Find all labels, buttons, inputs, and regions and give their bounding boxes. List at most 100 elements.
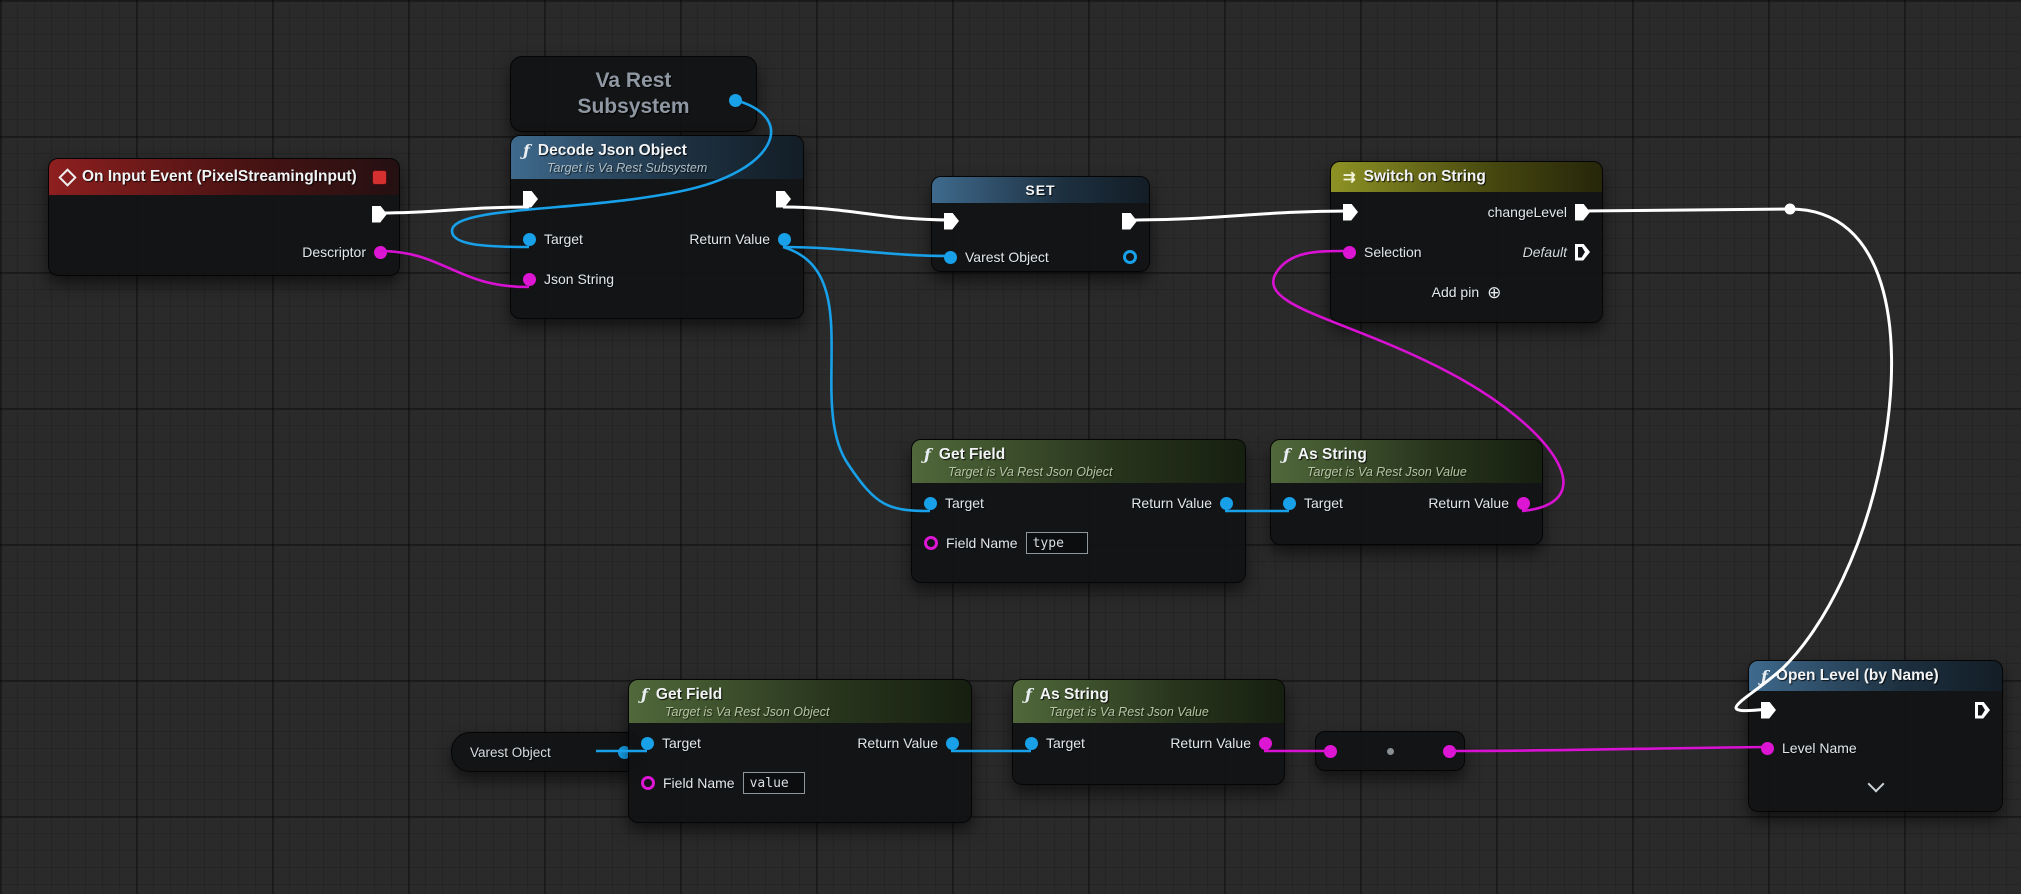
target-pin[interactable] [924,497,937,510]
return-value-pin[interactable] [1517,497,1530,510]
node-title: As String [1040,686,1109,704]
default-pin-label: Default [1523,244,1567,260]
subsystem-title-line1: Va Rest [596,68,672,94]
return-value-pin-label: Return Value [857,735,938,751]
return-value-pin-label: Return Value [689,231,770,247]
node-title: Get Field [656,686,722,704]
return-value-pin-label: Return Value [1131,495,1212,511]
target-pin[interactable] [641,737,654,750]
node-get-field-top[interactable]: ƒ Get Field Target is Va Rest Json Objec… [911,439,1246,583]
return-value-pin[interactable] [778,233,791,246]
node-set-varest-object[interactable]: SET Varest Object [931,176,1150,272]
pin-row: Target Return Value [629,723,971,763]
pin-row [49,195,399,233]
varest-object-pin-label: Varest Object [965,249,1049,265]
pin-row: Add pin ⊕ [1331,272,1602,312]
node-decode-json-object[interactable]: ƒ Decode Json Object Target is Va Rest S… [510,135,804,319]
exec-out-pin[interactable] [776,191,791,208]
varest-object-pin[interactable] [944,251,957,264]
pin-row: changeLevel [1331,192,1602,232]
json-string-pin[interactable] [523,273,536,286]
exec-in-pin[interactable] [944,213,959,230]
level-name-pin-label: Level Name [1782,740,1857,756]
chevron-down-icon[interactable] [1867,775,1884,792]
reroute-output-pin[interactable] [1443,745,1456,758]
subsystem-title-line2: Subsystem [577,94,689,120]
exec-out-pin[interactable] [372,206,387,223]
node-header[interactable]: ƒ As String Target is Va Rest Json Value [1013,680,1284,723]
target-pin-label: Target [1304,495,1343,511]
node-as-string-top[interactable]: ƒ As String Target is Va Rest Json Value… [1270,439,1543,545]
pin-row: Field Name [629,763,971,803]
pin-row: Selection Default [1331,232,1602,272]
node-open-level[interactable]: ƒ Open Level (by Name) Level Name [1748,660,2003,812]
node-on-input-event[interactable]: On Input Event (PixelStreamingInput) Des… [48,158,400,276]
node-subtitle: Target is Va Rest Json Value [1049,705,1272,719]
pin-row: Field Name [912,523,1245,563]
node-header[interactable]: ƒ Decode Json Object Target is Va Rest S… [511,136,803,179]
node-switch-on-string[interactable]: ⇉ Switch on String changeLevel Selection… [1330,161,1603,323]
exec-in-pin[interactable] [523,191,538,208]
field-name-pin-label: Field Name [946,535,1018,551]
set-output-pin[interactable] [1123,250,1137,264]
node-header[interactable]: ƒ Get Field Target is Va Rest Json Objec… [629,680,971,723]
exec-in-pin[interactable] [1761,702,1776,719]
node-header[interactable]: ƒ Open Level (by Name) [1749,661,2002,691]
wire-exec-decode-to-set [783,207,950,220]
field-name-pin[interactable] [924,536,938,550]
red-status-badge-icon [372,170,387,185]
return-value-pin-label: Return Value [1428,495,1509,511]
return-value-pin[interactable] [1259,737,1272,750]
variable-label: Varest Object [470,745,551,760]
target-pin[interactable] [1025,737,1038,750]
node-header[interactable]: ⇉ Switch on String [1331,162,1602,192]
wire-returnvalue-to-set [783,247,950,256]
field-name-pin[interactable] [641,776,655,790]
changelevel-exec-out-pin[interactable] [1575,204,1590,221]
pin-row: Target Return Value [1013,723,1284,763]
pin-row: Target Return Value [1271,483,1542,523]
add-pin-icon[interactable]: ⊕ [1487,284,1501,301]
node-header[interactable]: ƒ Get Field Target is Va Rest Json Objec… [912,440,1245,483]
pin-row: Varest Object [932,239,1149,275]
node-header[interactable]: ƒ As String Target is Va Rest Json Value [1271,440,1542,483]
expand-row [1749,767,2002,805]
wire-returnvalue-to-getfield-target [783,247,930,511]
descriptor-pin[interactable] [374,246,387,259]
node-title: Get Field [939,446,1005,464]
return-value-pin[interactable] [946,737,959,750]
exec-out-pin[interactable] [1975,702,1990,719]
node-header[interactable]: On Input Event (PixelStreamingInput) [49,159,399,195]
level-name-pin[interactable] [1761,742,1774,755]
reroute-node[interactable] [1315,731,1465,771]
field-name-input[interactable] [1026,532,1088,554]
target-pin[interactable] [523,233,536,246]
node-as-string-bottom[interactable]: ƒ As String Target is Va Rest Json Value… [1012,679,1285,785]
node-subtitle: Target is Va Rest Json Object [948,465,1233,479]
node-va-rest-subsystem[interactable]: Va Rest Subsystem [510,56,757,132]
node-title: Decode Json Object [538,142,687,160]
selection-pin[interactable] [1343,246,1356,259]
node-get-field-bottom[interactable]: ƒ Get Field Target is Va Rest Json Objec… [628,679,972,823]
pin-row: Json String [511,259,803,299]
target-pin-label: Target [544,231,583,247]
blueprint-graph-canvas[interactable]: On Input Event (PixelStreamingInput) Des… [0,0,2021,894]
node-header[interactable]: SET [932,177,1149,203]
json-string-pin-label: Json String [544,271,614,287]
target-pin[interactable] [1283,497,1296,510]
reroute-input-pin[interactable] [1324,745,1337,758]
subsystem-output-pin[interactable] [729,94,742,107]
target-pin-label: Target [1046,735,1085,751]
return-value-pin[interactable] [1220,497,1233,510]
target-pin-label: Target [945,495,984,511]
exec-out-pin[interactable] [1122,213,1137,230]
wire-reroute-dot[interactable] [1785,204,1796,215]
default-exec-out-pin[interactable] [1575,244,1590,261]
node-varest-object-get[interactable]: Varest Object [451,732,644,772]
field-name-input[interactable] [743,772,805,794]
node-title: On Input Event (PixelStreamingInput) [82,168,357,186]
node-title: Switch on String [1364,168,1486,186]
exec-in-pin[interactable] [1343,204,1358,221]
wire-exec-set-to-switch [1129,211,1349,220]
node-subtitle: Target is Va Rest Json Value [1307,465,1530,479]
